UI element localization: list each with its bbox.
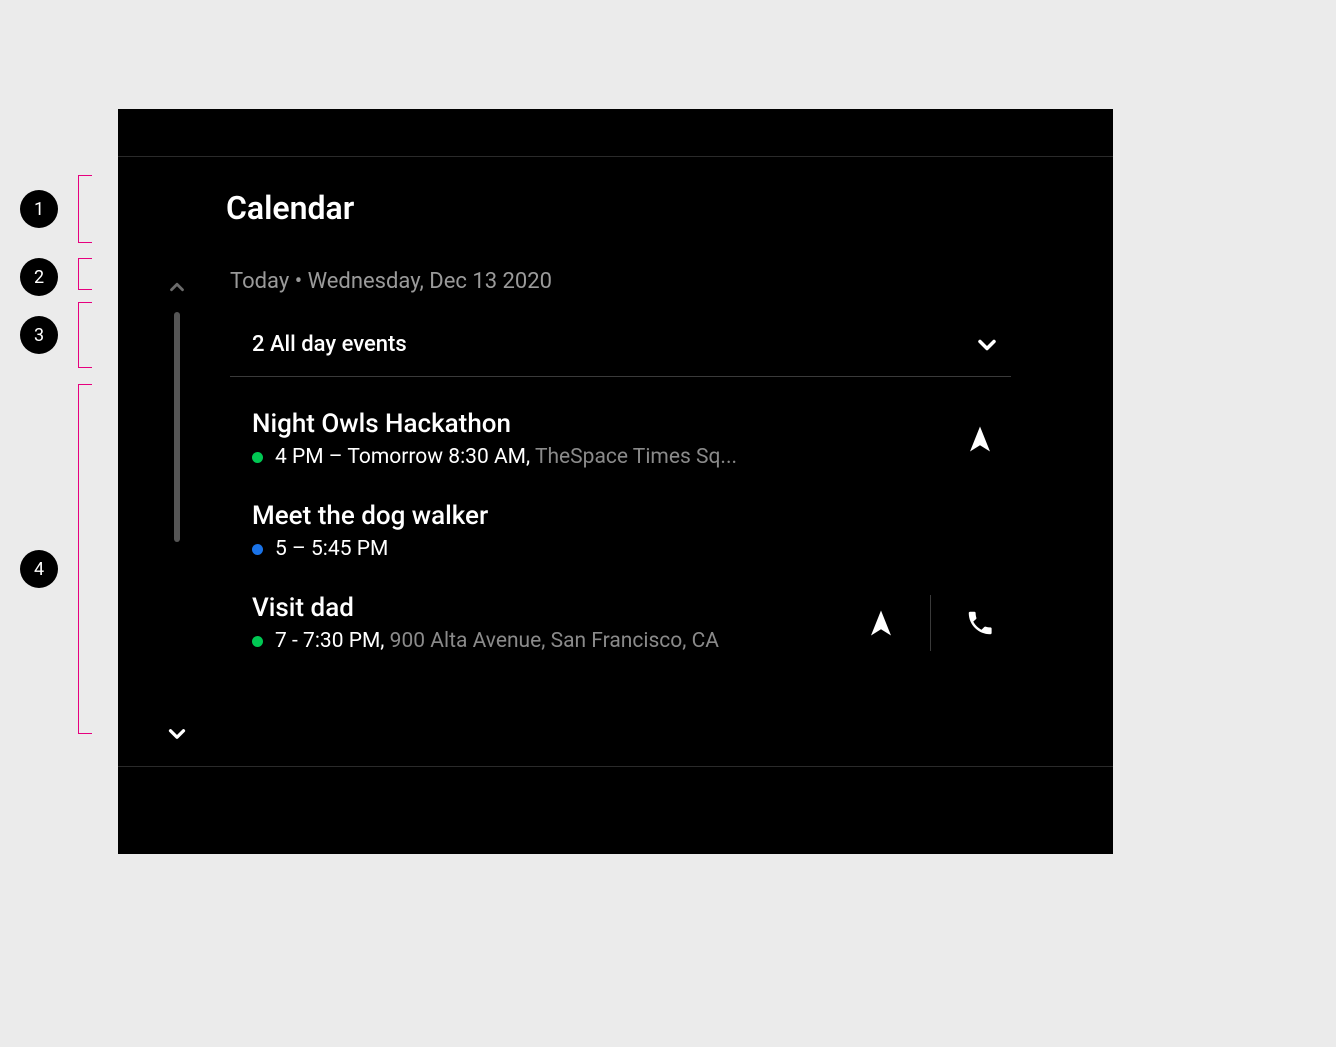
event-title: Meet the dog walker xyxy=(252,501,1001,531)
phone-icon xyxy=(965,608,995,638)
event-title: Visit dad xyxy=(252,593,860,623)
all-day-events-row[interactable]: 2 All day events xyxy=(230,313,1011,377)
annotation-badge-1: 1 xyxy=(20,190,58,228)
status-bar xyxy=(118,109,1113,157)
date-text: Today • Wednesday, Dec 13 2020 xyxy=(230,269,552,294)
navigate-button[interactable] xyxy=(959,418,1001,460)
content-area: Calendar Today • Wednesday, Dec 13 2020 … xyxy=(118,157,1113,767)
event-row[interactable]: Meet the dog walker 5 – 5:45 PM xyxy=(230,485,1011,577)
event-row[interactable]: Night Owls Hackathon 4 PM – Tomorrow 8:3… xyxy=(230,393,1011,485)
call-button[interactable] xyxy=(959,602,1001,644)
annotation-bracket-1 xyxy=(78,175,92,243)
event-location: 900 Alta Avenue, San Francisco, CA xyxy=(390,629,719,653)
annotation-badge-4: 4 xyxy=(20,550,58,588)
page-title: Calendar xyxy=(226,189,354,227)
calendar-panel: Calendar Today • Wednesday, Dec 13 2020 … xyxy=(118,109,1113,854)
chevron-down-icon xyxy=(973,331,1001,359)
annotation-bracket-3 xyxy=(78,302,92,368)
calendar-color-dot xyxy=(252,544,263,555)
event-location: TheSpace Times Sq... xyxy=(535,445,737,469)
chevron-down-icon xyxy=(164,721,190,747)
calendar-color-dot xyxy=(252,452,263,463)
scrollbar[interactable] xyxy=(174,312,180,542)
scroll-down-button[interactable] xyxy=(163,720,191,748)
navigate-button[interactable] xyxy=(860,602,902,644)
scroll-controls xyxy=(158,157,196,766)
expand-icon xyxy=(973,331,1001,359)
date-subtitle: Today • Wednesday, Dec 13 2020 xyxy=(230,269,552,294)
event-row[interactable]: Visit dad 7 - 7:30 PM, 900 Alta Avenue, … xyxy=(230,577,1011,669)
annotation-badge-2: 2 xyxy=(20,258,58,296)
event-time: 4 PM – Tomorrow 8:30 AM, xyxy=(275,445,530,469)
action-divider xyxy=(930,595,931,651)
all-day-label: 2 All day events xyxy=(252,332,407,357)
annotation-bracket-2 xyxy=(78,258,92,290)
annotation-bracket-4 xyxy=(78,384,92,734)
event-title: Night Owls Hackathon xyxy=(252,409,959,439)
navigation-arrow-icon xyxy=(866,608,896,638)
event-time: 5 – 5:45 PM xyxy=(275,537,388,561)
scroll-up-button[interactable] xyxy=(163,273,191,301)
chevron-up-icon xyxy=(166,276,188,298)
event-time: 7 - 7:30 PM, xyxy=(275,629,384,653)
event-list: Night Owls Hackathon 4 PM – Tomorrow 8:3… xyxy=(230,393,1011,669)
calendar-color-dot xyxy=(252,636,263,647)
annotation-badge-3: 3 xyxy=(20,316,58,354)
navigation-arrow-icon xyxy=(965,424,995,454)
navigation-bar xyxy=(118,767,1113,853)
